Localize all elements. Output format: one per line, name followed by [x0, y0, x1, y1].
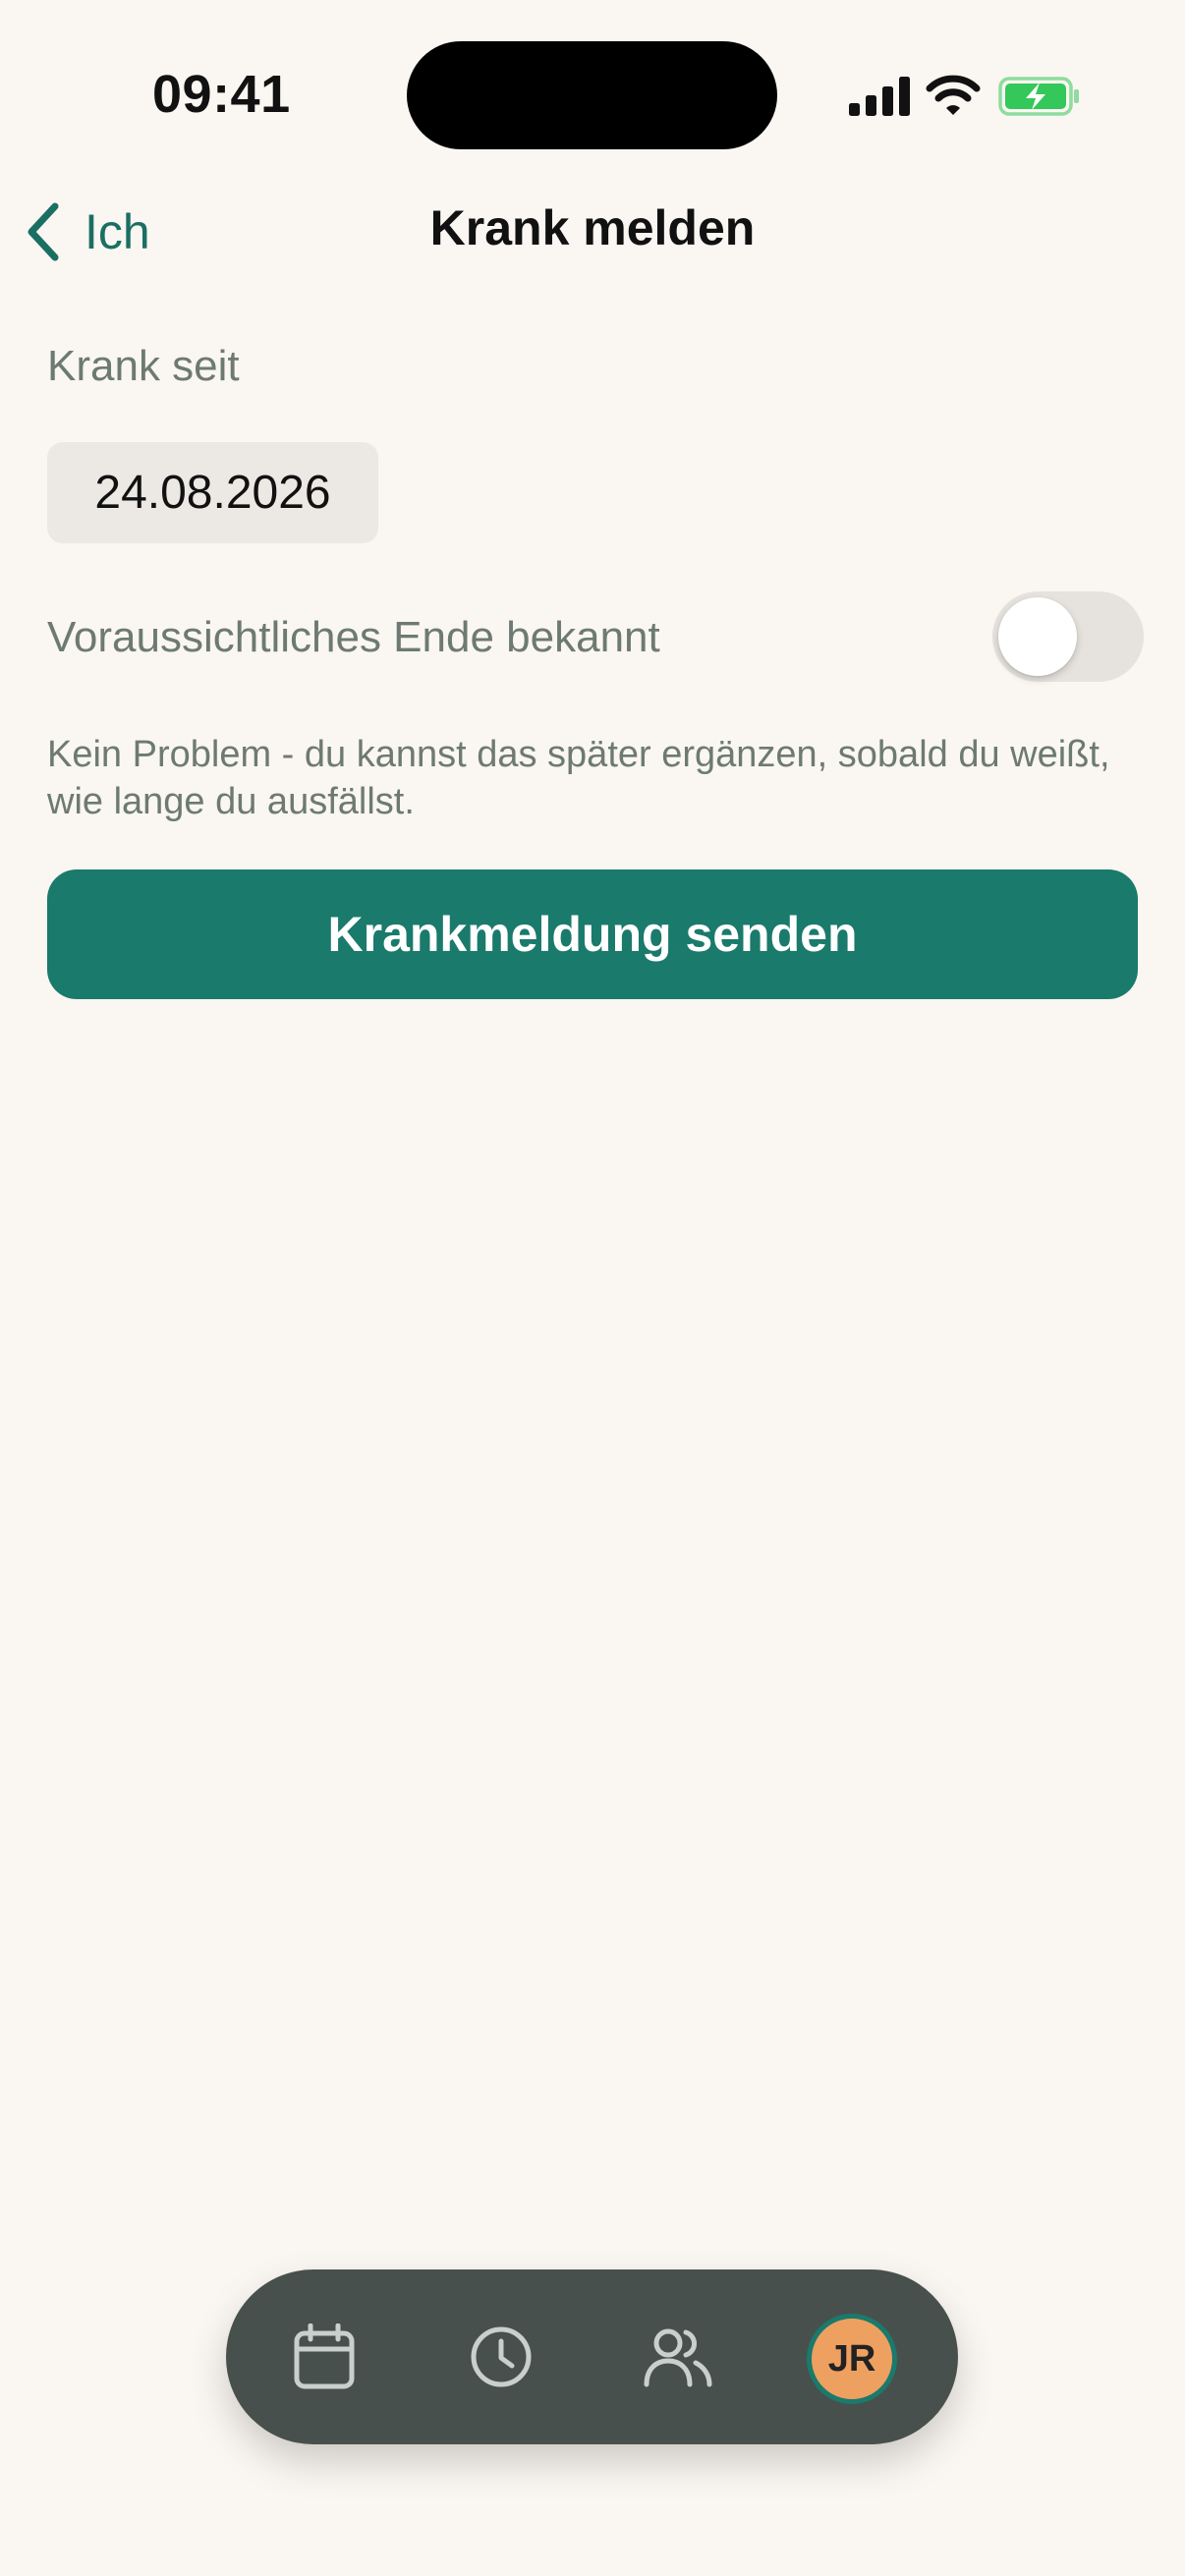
submit-sick-note-button[interactable]: Krankmeldung senden: [47, 869, 1138, 999]
wifi-icon: [926, 75, 981, 115]
toggle-knob: [998, 597, 1077, 676]
tab-bar: JR: [226, 2269, 958, 2444]
clock-icon: [471, 2326, 532, 2387]
page-title: Krank melden: [429, 200, 756, 255]
tab-team[interactable]: [639, 2318, 717, 2396]
sick-since-label: Krank seit: [47, 342, 240, 390]
end-known-label: Voraussichtliches Ende bekannt: [47, 613, 660, 661]
sick-since-date-picker[interactable]: 24.08.2026: [47, 442, 378, 543]
screen: 09:41 Ich Krank melden Krank seit 24.08.…: [0, 0, 1185, 2576]
status-time: 09:41: [152, 65, 291, 124]
tab-calendar[interactable]: [285, 2318, 364, 2396]
end-known-toggle[interactable]: [992, 591, 1144, 682]
signal-icon: [849, 77, 910, 116]
team-icon: [644, 2328, 712, 2387]
dynamic-island: [407, 41, 777, 149]
profile-avatar[interactable]: JR: [807, 2314, 897, 2404]
battery-charging-icon: [998, 77, 1079, 116]
hint-text: Kein Problem - du kannst das später ergä…: [47, 734, 1110, 822]
tab-clock[interactable]: [462, 2318, 540, 2396]
calendar-icon: [294, 2324, 355, 2389]
